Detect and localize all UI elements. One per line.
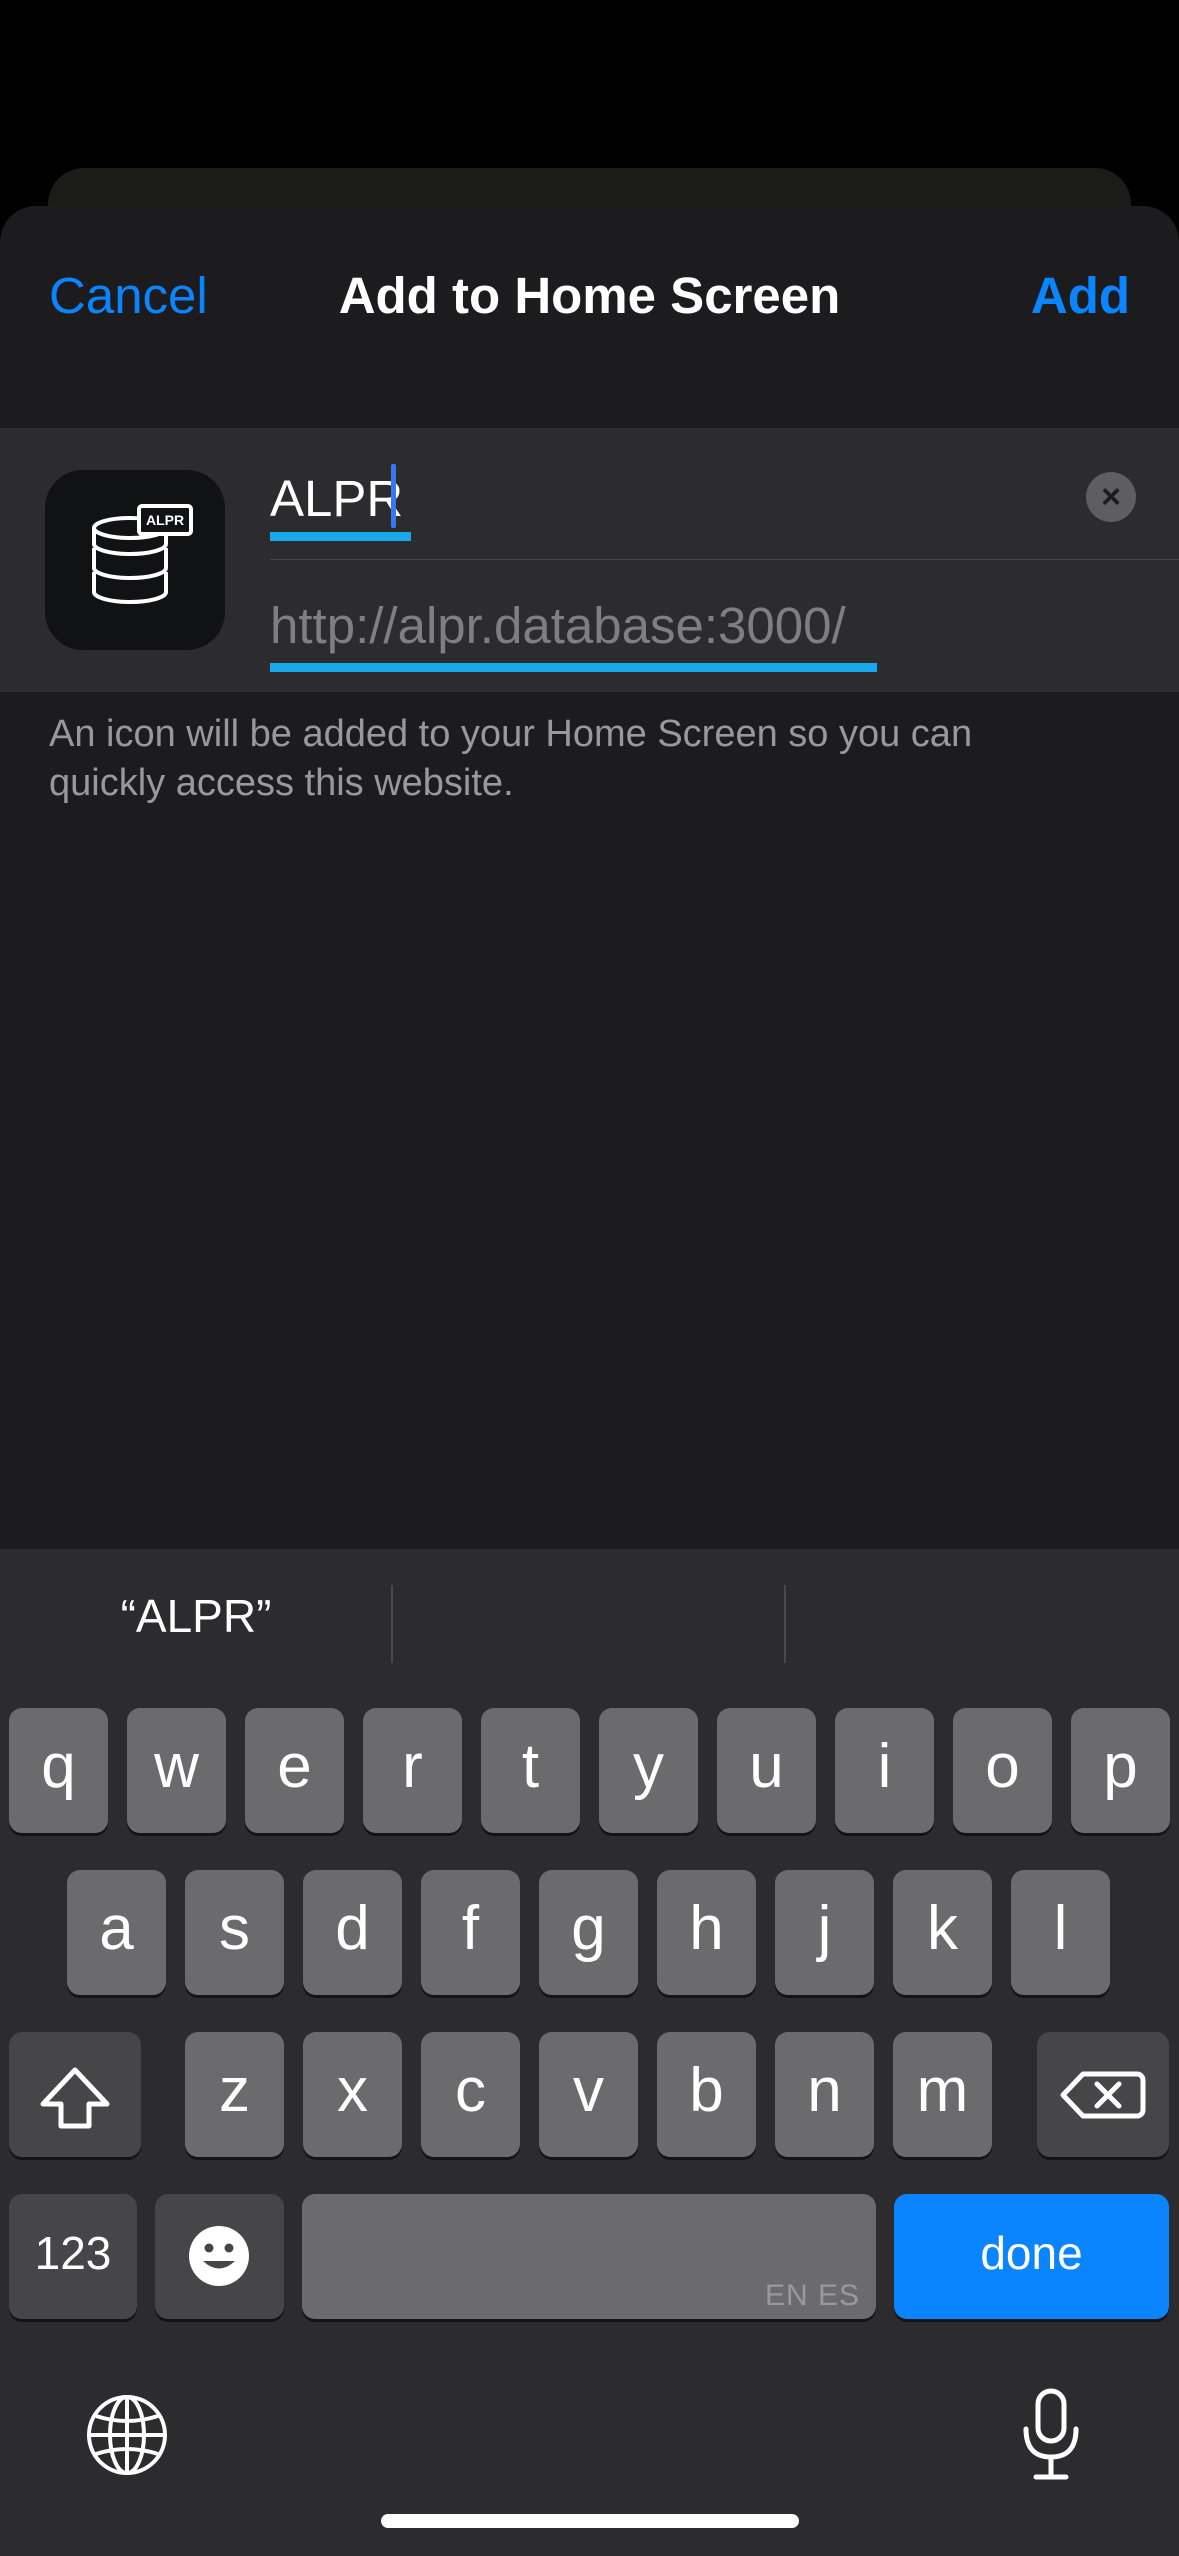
spellcheck-underline	[270, 532, 411, 541]
key-a[interactable]: a	[67, 1870, 166, 1995]
nav-bar: Cancel Add to Home Screen Add	[0, 206, 1179, 426]
delete-key[interactable]	[1037, 2032, 1169, 2157]
suggestion-bar: “ALPR”	[0, 1549, 1179, 1689]
close-icon: ×	[1101, 478, 1121, 516]
url-underline	[270, 663, 877, 672]
page-title: Add to Home Screen	[338, 267, 841, 324]
key-y[interactable]: y	[599, 1708, 698, 1833]
key-h[interactable]: h	[657, 1870, 756, 1995]
website-app-icon: ALPR	[45, 470, 225, 650]
clear-text-button[interactable]: ×	[1086, 472, 1136, 522]
key-p[interactable]: p	[1071, 1708, 1170, 1833]
microphone-icon[interactable]	[1006, 2385, 1096, 2485]
shift-arrow-icon	[40, 2067, 110, 2129]
suggestion-divider	[391, 1585, 393, 1663]
bookmark-form: ALPR × http://alpr.database:3000/	[0, 428, 1179, 692]
emoji-icon	[189, 2226, 249, 2286]
key-t[interactable]: t	[481, 1708, 580, 1833]
numbers-key[interactable]: 123	[9, 2194, 137, 2319]
space-bar[interactable]: EN ES	[302, 2194, 876, 2319]
shift-key[interactable]	[9, 2032, 141, 2157]
backspace-icon	[1060, 2071, 1146, 2119]
key-l[interactable]: l	[1011, 1870, 1110, 1995]
key-o[interactable]: o	[953, 1708, 1052, 1833]
key-w[interactable]: w	[127, 1708, 226, 1833]
key-u[interactable]: u	[717, 1708, 816, 1833]
key-j[interactable]: j	[775, 1870, 874, 1995]
key-b[interactable]: b	[657, 2032, 756, 2157]
key-x[interactable]: x	[303, 2032, 402, 2157]
key-s[interactable]: s	[185, 1870, 284, 1995]
home-indicator	[381, 2514, 799, 2528]
key-k[interactable]: k	[893, 1870, 992, 1995]
key-r[interactable]: r	[363, 1708, 462, 1833]
url-row: http://alpr.database:3000/	[270, 560, 1179, 692]
key-z[interactable]: z	[185, 2032, 284, 2157]
key-i[interactable]: i	[835, 1708, 934, 1833]
key-v[interactable]: v	[539, 2032, 638, 2157]
database-icon: ALPR	[92, 504, 193, 604]
key-d[interactable]: d	[303, 1870, 402, 1995]
key-e[interactable]: e	[245, 1708, 344, 1833]
suggestion-1[interactable]: “ALPR”	[0, 1589, 392, 1643]
emoji-key[interactable]	[155, 2194, 284, 2319]
key-n[interactable]: n	[775, 2032, 874, 2157]
add-button[interactable]: Add	[1031, 266, 1130, 325]
name-field[interactable]	[270, 466, 1030, 530]
language-indicator: EN ES	[764, 2279, 860, 2312]
url-label: http://alpr.database:3000/	[270, 597, 846, 654]
icon-badge-text: ALPR	[146, 512, 184, 528]
key-f[interactable]: f	[421, 1870, 520, 1995]
name-row: ×	[270, 428, 1179, 560]
suggestion-divider	[784, 1585, 786, 1663]
key-q[interactable]: q	[9, 1708, 108, 1833]
text-cursor	[391, 464, 396, 528]
key-m[interactable]: m	[893, 2032, 992, 2157]
key-g[interactable]: g	[539, 1870, 638, 1995]
done-key[interactable]: done	[894, 2194, 1169, 2319]
key-c[interactable]: c	[421, 2032, 520, 2157]
info-text: An icon will be added to your Home Scree…	[49, 713, 973, 804]
globe-icon[interactable]	[82, 2390, 172, 2480]
